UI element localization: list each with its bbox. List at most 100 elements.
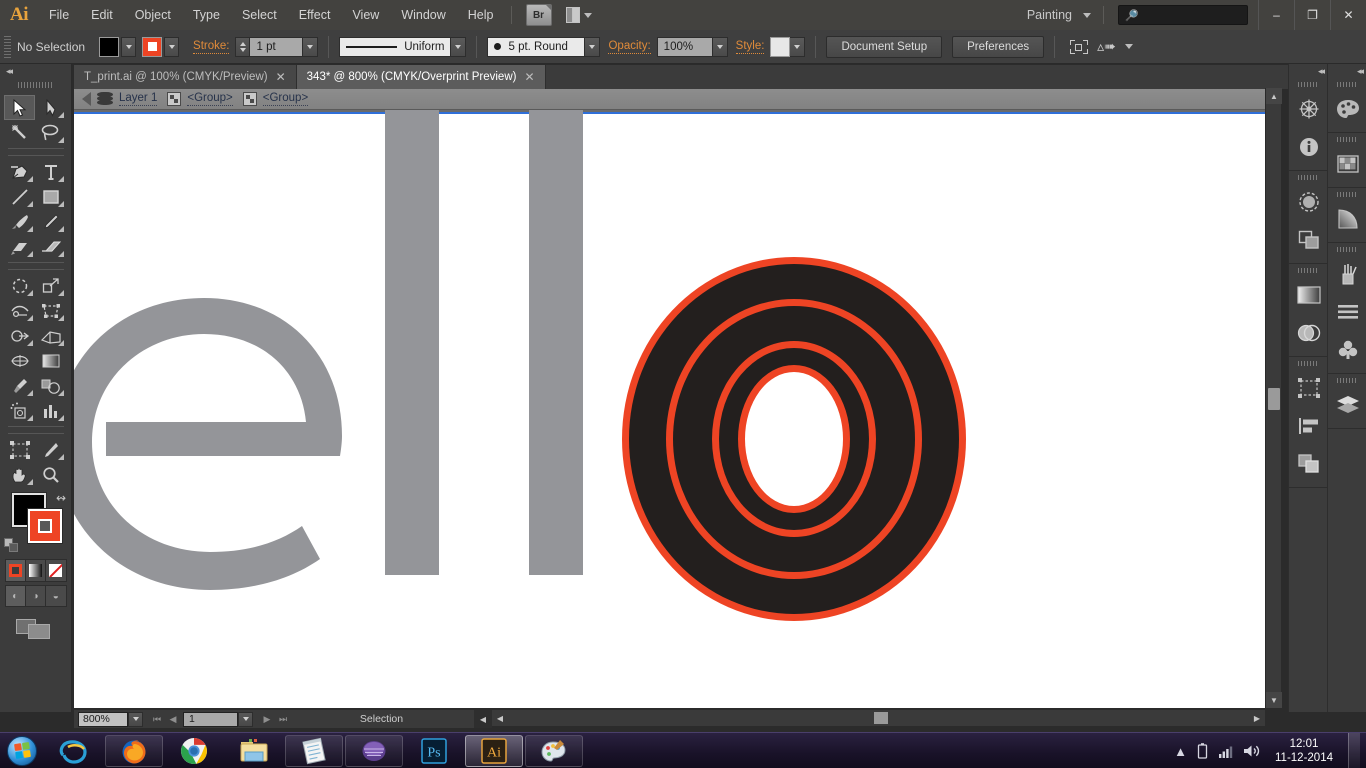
color-guide-icon[interactable] [1328, 200, 1366, 238]
stroke-weight-label[interactable]: Stroke: [193, 40, 230, 54]
tool-line-segment[interactable] [4, 184, 35, 209]
menu-effect[interactable]: Effect [288, 0, 342, 30]
dock-group-grip[interactable] [1289, 78, 1327, 90]
scroll-down-button[interactable]: ▼ [1266, 692, 1282, 708]
vertical-scroll-thumb[interactable] [1268, 388, 1280, 410]
appearance-icon[interactable] [1289, 314, 1328, 352]
stroke-color-swatch[interactable] [142, 36, 163, 57]
tool-shape-builder[interactable] [4, 323, 35, 348]
tool-magic-wand[interactable] [4, 120, 35, 145]
artboard[interactable] [74, 110, 1265, 708]
opacity-dropdown[interactable] [712, 36, 728, 57]
restore-button[interactable]: ❐ [1294, 0, 1330, 30]
scroll-left-button[interactable]: ◀ [492, 710, 508, 726]
align-icon[interactable] [1289, 407, 1328, 445]
tool-lasso[interactable] [35, 120, 66, 145]
scroll-right-button[interactable]: ▶ [1249, 710, 1265, 726]
swatches-icon[interactable] [1328, 145, 1366, 183]
tool-scale[interactable] [35, 273, 66, 298]
tool-eyedropper[interactable] [4, 373, 35, 398]
taskbar-photoshop[interactable]: Ps [405, 735, 463, 767]
none-mode-button[interactable] [46, 560, 65, 581]
bridge-button[interactable]: Br [525, 4, 552, 26]
dock-group-grip[interactable] [1289, 171, 1327, 183]
transparency-icon[interactable] [1289, 183, 1328, 221]
menu-view[interactable]: View [341, 0, 390, 30]
zoom-dropdown-button[interactable] [128, 711, 143, 727]
style-dropdown[interactable] [790, 36, 806, 57]
taskbar-internet-explorer[interactable] [45, 735, 103, 767]
draw-inside-button[interactable]: ◒ [46, 586, 65, 606]
menu-edit[interactable]: Edit [80, 0, 124, 30]
status-indicator[interactable]: Selection [291, 713, 478, 725]
gradient-icon[interactable] [1289, 276, 1328, 314]
canvas-area[interactable] [74, 110, 1265, 708]
tool-hand[interactable] [4, 462, 35, 487]
breadcrumb-layer[interactable]: Layer 1 [119, 92, 158, 106]
taskbar-notepad[interactable] [285, 734, 343, 767]
layers-stack-icon[interactable] [97, 92, 113, 106]
tool-eraser[interactable] [35, 234, 66, 259]
tools-panel-grip[interactable] [0, 78, 71, 92]
stroke-weight-value[interactable]: 1 pt [249, 36, 304, 57]
stroke-icon[interactable] [1328, 293, 1366, 331]
tool-slice[interactable] [35, 437, 66, 462]
close-icon[interactable]: ✕ [524, 71, 534, 83]
opacity-value[interactable]: 100% [656, 36, 713, 57]
tool-width[interactable] [4, 298, 35, 323]
last-page-button[interactable]: ⏭ [275, 712, 291, 727]
stroke-weight-stepper[interactable] [235, 36, 250, 57]
control-bar-grip[interactable] [4, 35, 11, 58]
style-label[interactable]: Style: [735, 40, 765, 54]
document-tab-t-print[interactable]: T_print.ai @ 100% (CMYK/Preview) ✕ [74, 65, 297, 89]
taskbar-illustrator[interactable]: Ai [465, 734, 523, 767]
horizontal-scroll-thumb[interactable] [874, 712, 888, 724]
menu-window[interactable]: Window [390, 0, 456, 30]
breadcrumb-group-2[interactable]: <Group> [262, 92, 309, 106]
screen-mode-button[interactable] [15, 615, 56, 641]
draw-normal-button[interactable]: ◐ [5, 586, 26, 606]
taskbar-media-app[interactable] [345, 734, 403, 767]
dock-expand-button-1[interactable]: ◂◂ [1289, 64, 1327, 78]
workspace-switcher[interactable]: Painting [1021, 8, 1097, 22]
info-icon[interactable] [1289, 128, 1328, 166]
dock-group-grip[interactable] [1328, 133, 1366, 145]
tool-rotate[interactable] [4, 273, 35, 298]
horizontal-scrollbar[interactable]: ◀ ▶ [492, 710, 1265, 726]
tool-zoom[interactable] [35, 462, 66, 487]
dock-group-grip[interactable] [1289, 357, 1327, 369]
battery-icon[interactable] [1196, 742, 1209, 760]
stroke-weight-dropdown[interactable] [303, 36, 319, 57]
taskbar-paint[interactable] [525, 734, 583, 767]
tool-pencil[interactable] [35, 209, 66, 234]
tool-paintbrush[interactable] [4, 209, 35, 234]
menu-file[interactable]: File [38, 0, 80, 30]
arrange-documents-button[interactable] [565, 5, 592, 25]
color-mode-button[interactable] [5, 560, 26, 581]
swap-fill-stroke-icon[interactable]: ↭ [56, 491, 66, 505]
scroll-up-button[interactable]: ▲ [1266, 88, 1282, 104]
status-collapse-button[interactable]: ◀ [474, 710, 492, 728]
preferences-button[interactable]: Preferences [952, 35, 1045, 58]
stroke-dropdown-button[interactable] [164, 36, 180, 57]
back-arrow-icon[interactable] [82, 92, 91, 106]
tool-column-graph[interactable] [35, 398, 66, 423]
close-button[interactable]: ✕ [1330, 0, 1366, 30]
tool-symbol-sprayer[interactable] [4, 398, 35, 423]
draw-behind-button[interactable]: ◑ [26, 586, 47, 606]
menu-select[interactable]: Select [231, 0, 288, 30]
dock-group-grip[interactable] [1328, 243, 1366, 255]
page-dropdown-button[interactable] [238, 711, 253, 727]
tool-pen[interactable] [4, 159, 35, 184]
menu-type[interactable]: Type [182, 0, 231, 30]
show-desktop-button[interactable] [1348, 733, 1360, 768]
default-fill-stroke-icon[interactable] [4, 538, 19, 553]
tool-rectangle[interactable] [35, 184, 66, 209]
tools-collapse-button[interactable]: ◂◂ [0, 64, 71, 78]
transform-each-icon[interactable] [1069, 38, 1089, 56]
fill-color-swatch[interactable] [99, 36, 120, 57]
taskbar-file-explorer[interactable] [225, 735, 283, 767]
layers-panel-icon[interactable] [1289, 445, 1328, 483]
tool-direct-selection[interactable] [35, 95, 66, 120]
dock-group-grip[interactable] [1328, 188, 1366, 200]
